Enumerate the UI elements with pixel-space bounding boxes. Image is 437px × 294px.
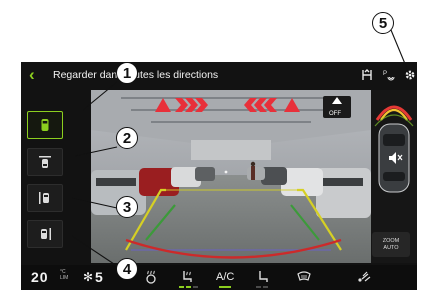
callout-5: 5 <box>372 12 394 34</box>
callout-3: 3 <box>116 196 138 218</box>
callout-leaders <box>71 29 409 267</box>
callout-2: 2 <box>116 127 138 149</box>
callout-4: 4 <box>116 258 138 280</box>
callout-1: 1 <box>116 62 138 84</box>
